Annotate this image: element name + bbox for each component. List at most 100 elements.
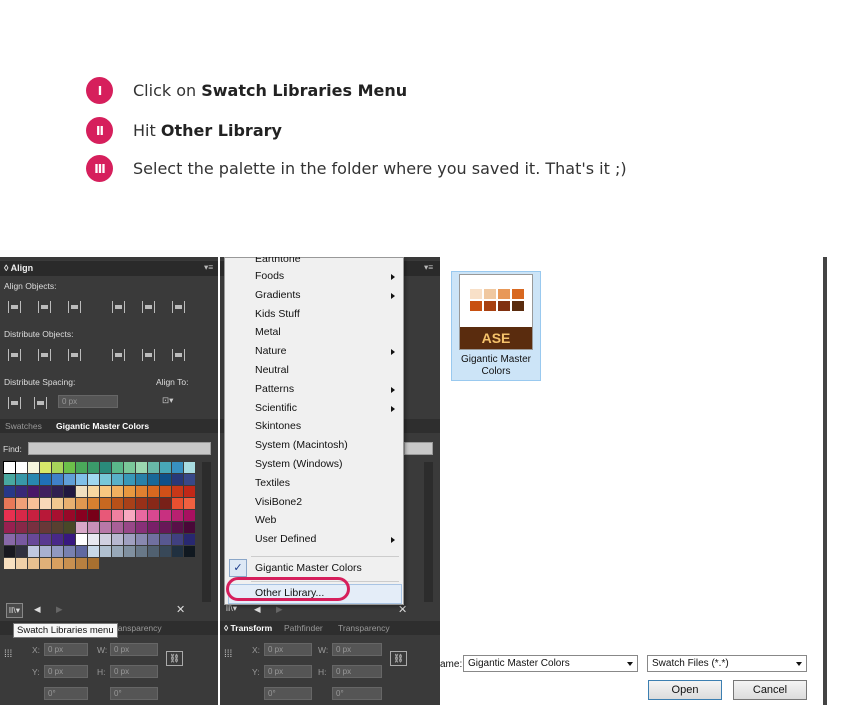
swatch[interactable]: [16, 546, 27, 557]
swatch[interactable]: [112, 534, 123, 545]
swatch[interactable]: [160, 462, 171, 473]
shear-input[interactable]: 0°: [110, 687, 158, 700]
swatch[interactable]: [112, 546, 123, 557]
swatch[interactable]: [40, 498, 51, 509]
swatch[interactable]: [88, 498, 99, 509]
next-library-icon[interactable]: ▶: [56, 604, 63, 615]
align-top-icon[interactable]: [112, 301, 125, 313]
spacing-vertical-icon[interactable]: [8, 397, 21, 409]
swatch[interactable]: [52, 546, 63, 557]
align-left-icon[interactable]: [8, 301, 21, 313]
right-prev-library-icon[interactable]: ◀: [254, 604, 261, 615]
swatch[interactable]: [76, 498, 87, 509]
swatch[interactable]: [148, 534, 159, 545]
align-hcenter-icon[interactable]: [38, 301, 51, 313]
swatch[interactable]: [148, 486, 159, 497]
swatch[interactable]: [64, 498, 75, 509]
swatch[interactable]: [40, 486, 51, 497]
distribute-bottom-icon[interactable]: [68, 349, 81, 361]
file-type-select[interactable]: Swatch Files (*.*): [647, 655, 807, 672]
y-input[interactable]: 0 px: [44, 665, 88, 678]
open-button[interactable]: Open: [648, 680, 722, 700]
menu-item-patterns[interactable]: Patterns: [255, 383, 294, 395]
menu-item-metal[interactable]: Metal: [255, 326, 281, 338]
spacing-horizontal-icon[interactable]: [34, 397, 47, 409]
swatch[interactable]: [100, 474, 111, 485]
swatch[interactable]: [40, 522, 51, 533]
h-input[interactable]: 0 px: [110, 665, 158, 678]
swatch[interactable]: [160, 534, 171, 545]
swatch[interactable]: [124, 498, 135, 509]
swatch[interactable]: [52, 522, 63, 533]
menu-item-neutral[interactable]: Neutral: [255, 364, 289, 376]
swatch[interactable]: [16, 498, 27, 509]
menu-item-gigantic-master-colors[interactable]: Gigantic Master Colors: [255, 562, 362, 574]
swatch[interactable]: [64, 546, 75, 557]
swatch[interactable]: [136, 474, 147, 485]
swatch[interactable]: [100, 498, 111, 509]
swatch[interactable]: [64, 462, 75, 473]
swatch[interactable]: [112, 486, 123, 497]
swatch[interactable]: [88, 474, 99, 485]
swatch[interactable]: [88, 486, 99, 497]
tab-gigantic-master-colors[interactable]: Gigantic Master Colors: [56, 421, 149, 431]
swatch[interactable]: [76, 534, 87, 545]
swatch[interactable]: [172, 486, 183, 497]
menu-item-nature[interactable]: Nature: [255, 345, 287, 357]
swatch[interactable]: [100, 462, 111, 473]
swatch[interactable]: [184, 534, 195, 545]
swatch[interactable]: [112, 462, 123, 473]
swatch[interactable]: [184, 546, 195, 557]
swatch[interactable]: [100, 522, 111, 533]
right-y-input[interactable]: 0 px: [264, 665, 312, 678]
swatch[interactable]: [148, 546, 159, 557]
swatch[interactable]: [28, 474, 39, 485]
swatch[interactable]: [184, 486, 195, 497]
swatch[interactable]: [136, 462, 147, 473]
swatch[interactable]: [172, 474, 183, 485]
swatch[interactable]: [52, 486, 63, 497]
right-link-constrain-icon[interactable]: ⛓: [390, 651, 407, 666]
swatch[interactable]: [148, 498, 159, 509]
swatch[interactable]: [3, 461, 16, 474]
swatch[interactable]: [16, 534, 27, 545]
swatch[interactable]: [148, 522, 159, 533]
swatch[interactable]: [64, 522, 75, 533]
swatch[interactable]: [4, 546, 15, 557]
find-input[interactable]: [28, 442, 211, 455]
file-type-dropdown-icon[interactable]: [796, 662, 802, 666]
swatch[interactable]: [136, 486, 147, 497]
right-w-input[interactable]: 0 px: [332, 643, 382, 656]
swatch[interactable]: [52, 498, 63, 509]
menu-item-system-windows[interactable]: System (Windows): [255, 458, 343, 470]
swatch[interactable]: [172, 522, 183, 533]
swatch[interactable]: [28, 534, 39, 545]
right-h-input[interactable]: 0 px: [332, 665, 382, 678]
swatch[interactable]: [172, 462, 183, 473]
distribute-hcenter-icon[interactable]: [142, 349, 155, 361]
swatch[interactable]: [88, 462, 99, 473]
swatch[interactable]: [76, 546, 87, 557]
distribute-vcenter-icon[interactable]: [38, 349, 51, 361]
distribute-top-icon[interactable]: [8, 349, 21, 361]
swatch[interactable]: [184, 498, 195, 509]
swatch[interactable]: [184, 522, 195, 533]
menu-item-system-macintosh[interactable]: System (Macintosh): [255, 439, 348, 451]
swatch[interactable]: [28, 462, 39, 473]
swatch[interactable]: [64, 534, 75, 545]
swatch[interactable]: [4, 534, 15, 545]
swatch[interactable]: [16, 474, 27, 485]
swatch[interactable]: [16, 558, 27, 569]
align-to-selection-icon[interactable]: ⊡▾: [162, 395, 173, 406]
right-shear-input[interactable]: 0°: [332, 687, 382, 700]
align-bottom-icon[interactable]: [172, 301, 185, 313]
swatch[interactable]: [160, 474, 171, 485]
swatch[interactable]: [52, 534, 63, 545]
swatch[interactable]: [100, 534, 111, 545]
swatch[interactable]: [4, 522, 15, 533]
right-next-library-icon[interactable]: ▶: [276, 604, 283, 615]
swatch[interactable]: [28, 558, 39, 569]
reference-point-icon[interactable]: ⁞⁞⁞: [4, 649, 12, 660]
swatch[interactable]: [52, 558, 63, 569]
swatch[interactable]: [112, 522, 123, 533]
